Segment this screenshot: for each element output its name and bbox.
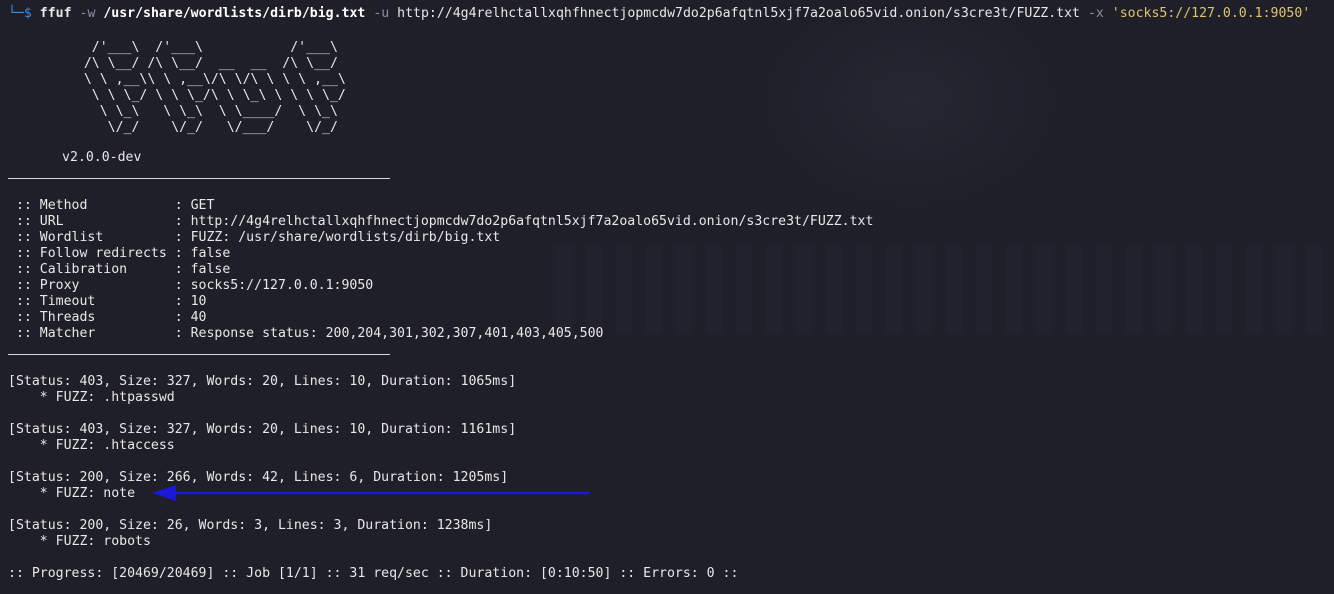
result-status: [Status: 403, Size: 327, Words: 20, Line… <box>8 374 517 389</box>
result-fuzz: * FUZZ: .htpasswd <box>8 390 175 405</box>
terminal-window[interactable]: └─$ ffuf -w /usr/share/wordlists/dirb/bi… <box>0 0 1334 594</box>
proxy-argument: 'socks5://127.0.0.1:9050' <box>1111 6 1311 21</box>
config-matcher: :: Matcher : Response status: 200,204,30… <box>8 326 604 341</box>
config-calibration: :: Calibration : false <box>8 262 231 277</box>
background-wallpaper-art <box>760 10 1060 210</box>
wordlist-argument: /usr/share/wordlists/dirb/big.txt <box>103 6 366 21</box>
flag-u: -u <box>373 6 390 21</box>
annotation-arrow-icon <box>152 485 590 501</box>
result-fuzz: * FUZZ: robots <box>8 534 151 549</box>
flag-x: -x <box>1087 6 1104 21</box>
url-argument: http://4g4relhctallxqhfhnectjopmcdw7do2p… <box>397 6 1080 21</box>
config-wordlist: :: Wordlist : FUZZ: /usr/share/wordlists… <box>8 230 501 245</box>
separator-top <box>8 178 390 179</box>
command-line: └─$ ffuf -w /usr/share/wordlists/dirb/bi… <box>8 6 1310 22</box>
background-wallpaper-logo <box>555 245 1334 335</box>
progress-line: :: Progress: [20469/20469] :: Job [1/1] … <box>8 566 739 581</box>
config-timeout: :: Timeout : 10 <box>8 294 207 309</box>
result-fuzz: * FUZZ: .htaccess <box>8 438 175 453</box>
config-follow-redirects: :: Follow redirects : false <box>8 246 231 261</box>
prompt-symbol: └─$ <box>8 6 32 21</box>
config-method: :: Method : GET <box>8 198 215 213</box>
result-status: [Status: 200, Size: 26, Words: 3, Lines:… <box>8 518 493 533</box>
result-fuzz: * FUZZ: note <box>8 486 136 501</box>
config-threads: :: Threads : 40 <box>8 310 207 325</box>
config-url: :: URL : http://4g4relhctallxqhfhnectjop… <box>8 214 874 229</box>
flag-w: -w <box>79 6 96 21</box>
config-proxy: :: Proxy : socks5://127.0.0.1:9050 <box>8 278 374 293</box>
separator-bottom <box>8 354 390 355</box>
version-label: v2.0.0-dev <box>62 150 142 165</box>
result-status: [Status: 403, Size: 327, Words: 20, Line… <box>8 422 517 437</box>
ffuf-ascii-banner: /'___\ /'___\ /'___\ /\ \__/ /\ \__/ __ … <box>83 40 346 135</box>
command-program: ffuf <box>39 6 72 21</box>
